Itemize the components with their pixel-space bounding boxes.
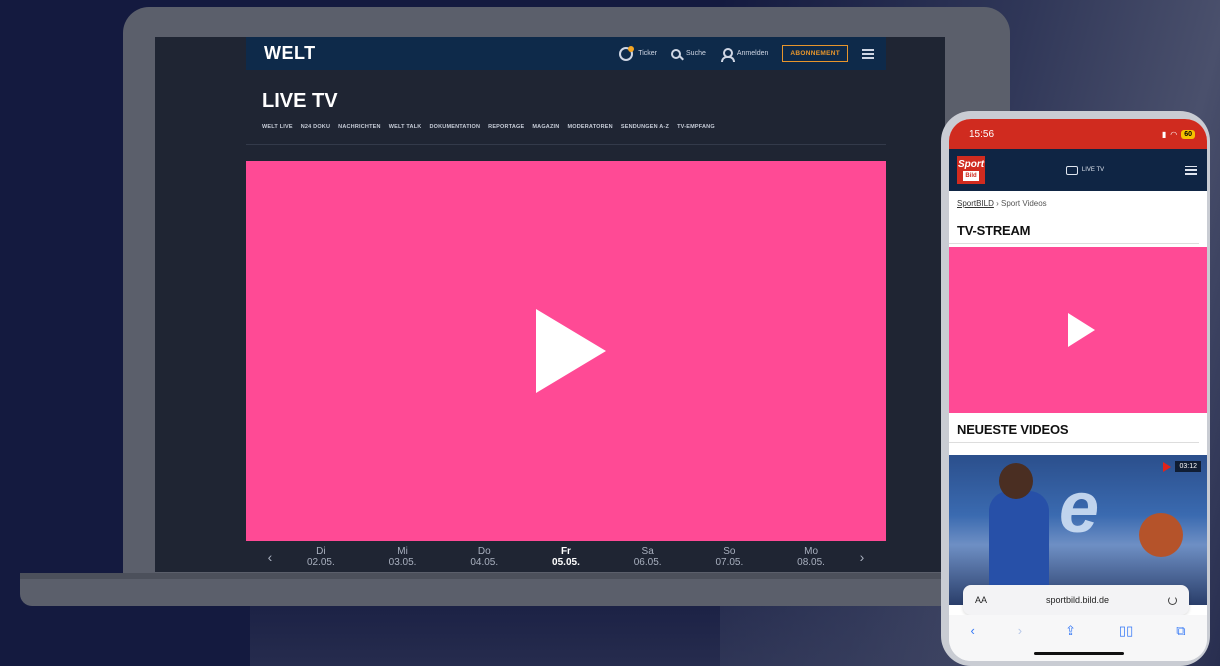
date-value: 03.05. — [388, 556, 417, 568]
address-bar[interactable]: AA sportbild.bild.de — [963, 585, 1189, 615]
wifi-icon: ◠ — [1170, 129, 1178, 139]
date-item-selected[interactable]: Fr 05.05. — [552, 546, 580, 568]
breadcrumb-separator: › — [993, 199, 1002, 208]
nav-item-magazin[interactable]: MAGAZIN — [532, 124, 559, 130]
date-value: 06.05. — [633, 556, 662, 568]
phone-video-player[interactable] — [949, 247, 1207, 413]
laptop-screen: WELT Ticker Suche Anmelden ABONNEMENT LI… — [155, 37, 945, 572]
nav-divider — [246, 144, 886, 145]
date-item[interactable]: Mo 08.05. — [797, 546, 825, 568]
laptop-base-edge — [20, 573, 1020, 579]
share-icon[interactable]: ⇪ — [1065, 623, 1076, 639]
breadcrumb-current: Sport Videos — [1001, 199, 1047, 208]
search-icon — [671, 48, 682, 59]
login-label: Anmelden — [736, 50, 769, 57]
video-duration: 03:12 — [1175, 461, 1201, 472]
date-day: Mo — [804, 545, 819, 557]
date-item[interactable]: Sa 06.05. — [634, 546, 662, 568]
live-tv-label: LIVE TV — [1081, 167, 1105, 173]
date-day: Fr — [560, 545, 571, 557]
nav-item-tv-empfang[interactable]: TV-EMPFANG — [677, 124, 715, 130]
date-value: 04.05. — [470, 556, 499, 568]
section-title-newest-videos: NEUESTE VIDEOS — [957, 422, 1069, 437]
home-indicator — [1034, 652, 1124, 655]
category-nav: WELT LIVE N24 DOKU NACHRICHTEN WELT TALK… — [262, 124, 715, 130]
video-player[interactable] — [246, 161, 886, 541]
section-divider — [949, 243, 1199, 244]
tabs-icon[interactable]: ⧉ — [1176, 623, 1185, 639]
nav-item-nachrichten[interactable]: NACHRICHTEN — [338, 124, 381, 130]
date-next-button[interactable]: › — [852, 549, 872, 565]
ticker-icon — [619, 45, 635, 61]
video-duration-badge: 03:12 — [1163, 461, 1201, 472]
arena-graphic: e — [1059, 468, 1100, 548]
date-day: Mi — [397, 545, 408, 557]
breadcrumb-home[interactable]: SportBILD — [957, 199, 994, 208]
status-icons: ▮ ◠ 60 — [1161, 129, 1195, 139]
nav-item-moderatoren[interactable]: MODERATOREN — [567, 124, 612, 130]
battery-icon: 60 — [1181, 129, 1195, 139]
ticker-label: Ticker — [638, 50, 658, 57]
date-value: 02.05. — [306, 556, 335, 568]
welt-logo[interactable]: WELT — [264, 43, 316, 64]
logo-text-sport: Sport — [957, 158, 985, 170]
search-link[interactable]: Suche — [671, 48, 706, 59]
date-item[interactable]: So 07.05. — [715, 546, 743, 568]
search-label: Suche — [686, 50, 706, 57]
reload-icon[interactable] — [1168, 595, 1177, 605]
basketball-image — [1139, 513, 1183, 557]
play-icon[interactable] — [1067, 313, 1095, 347]
ticker-link[interactable]: Ticker — [619, 45, 658, 61]
sportbild-header: Sport Bild LIVE TV — [949, 149, 1207, 191]
nav-item-welt-live[interactable]: WELT LIVE — [262, 124, 293, 130]
status-bar: 15:56 ▮ ◠ 60 — [949, 119, 1207, 149]
date-item[interactable]: Mi 03.05. — [389, 546, 417, 568]
date-day: Di — [316, 545, 326, 557]
nav-item-dokumentation[interactable]: DOKUMENTATION — [429, 124, 480, 130]
signal-icon: ▮ — [1161, 129, 1167, 139]
back-icon[interactable]: ‹ — [970, 623, 974, 638]
nav-item-sendungen-a-z[interactable]: SENDUNGEN A-Z — [621, 124, 669, 130]
breadcrumb: SportBILD › Sport Videos — [957, 199, 1047, 208]
status-time: 15:56 — [969, 128, 995, 140]
section-title-tv-stream: TV-STREAM — [957, 223, 1031, 238]
date-day: Sa — [641, 545, 654, 557]
menu-icon[interactable] — [1184, 165, 1197, 175]
tv-icon — [1065, 165, 1078, 175]
welt-header: WELT Ticker Suche Anmelden ABONNEMENT — [246, 37, 886, 70]
nav-item-reportage[interactable]: REPORTAGE — [488, 124, 524, 130]
date-prev-button[interactable]: ‹ — [260, 549, 280, 565]
player-head-image — [999, 463, 1033, 499]
reader-settings-button[interactable]: AA — [975, 595, 987, 605]
date-day: So — [723, 545, 736, 557]
date-selector: ‹ Di 02.05. Mi 03.05. Do 04.05. Fr 05.05. Sa… — [246, 541, 886, 572]
menu-icon[interactable] — [862, 48, 874, 59]
forward-icon[interactable]: › — [1018, 623, 1022, 638]
date-list: Di 02.05. Mi 03.05. Do 04.05. Fr 05.05. Sa 06… — [280, 546, 852, 568]
date-day: Do — [477, 545, 491, 557]
user-icon — [720, 47, 735, 62]
play-icon — [1163, 461, 1172, 472]
section-divider — [949, 442, 1199, 443]
subscription-button[interactable]: ABONNEMENT — [782, 45, 848, 62]
live-tv-link[interactable]: LIVE TV — [1065, 165, 1105, 175]
date-item[interactable]: Di 02.05. — [307, 546, 335, 568]
date-value: 08.05. — [797, 556, 825, 568]
date-value: 07.05. — [715, 556, 744, 568]
phone-screen: 15:56 ▮ ◠ 60 Sport Bild LIVE TV SportBIL… — [949, 119, 1207, 661]
sportbild-logo[interactable]: Sport Bild — [957, 156, 985, 184]
play-icon[interactable] — [536, 309, 606, 393]
page-title: LIVE TV — [262, 90, 338, 112]
date-item[interactable]: Do 04.05. — [470, 546, 498, 568]
video-thumbnail[interactable]: e 03:12 — [949, 455, 1207, 605]
nav-item-n24-doku[interactable]: N24 DOKU — [301, 124, 330, 130]
login-link[interactable]: Anmelden — [720, 47, 769, 62]
url-text[interactable]: sportbild.bild.de — [1046, 595, 1109, 605]
header-actions: Ticker Suche Anmelden ABONNEMENT — [619, 45, 874, 62]
date-value: 05.05. — [552, 556, 580, 568]
nav-item-welt-talk[interactable]: WELT TALK — [389, 124, 422, 130]
logo-text-bild: Bild — [963, 170, 979, 181]
bookmarks-icon[interactable]: ▯▯ — [1119, 623, 1133, 639]
